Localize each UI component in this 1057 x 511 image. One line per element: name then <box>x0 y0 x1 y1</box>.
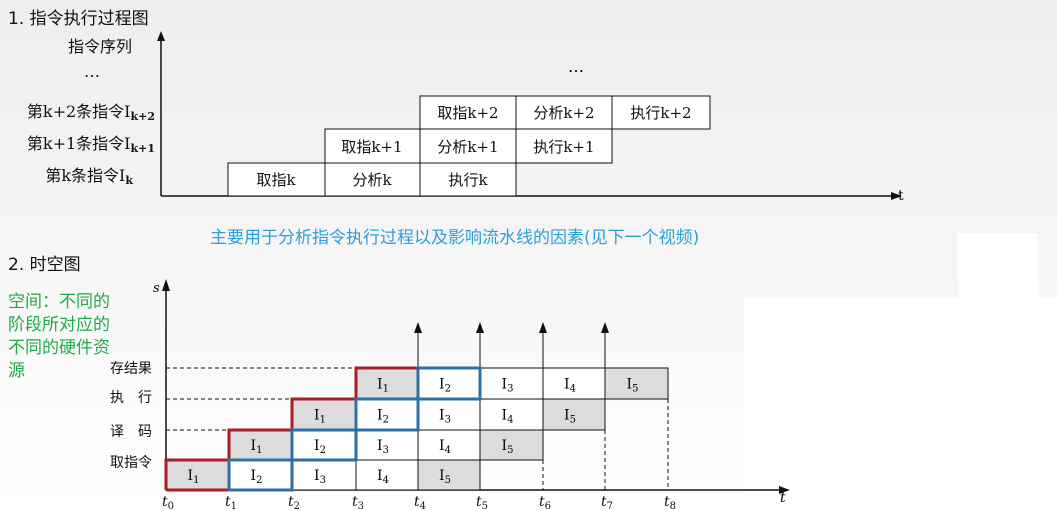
s-axis-label: s <box>153 281 160 296</box>
time-label: t6 <box>539 494 551 511</box>
time-label: t1 <box>225 494 237 511</box>
time-label: t7 <box>601 494 613 511</box>
time-label: t2 <box>288 494 300 511</box>
time-labels: t0 t1 t2 t3 t4 t5 t6 t7 t8 <box>162 494 676 511</box>
s-axis-arrow <box>162 279 170 291</box>
arrow-head <box>476 322 484 333</box>
stage-label-decode: 译 码 <box>110 424 152 440</box>
stage-label-store: 存结果 <box>110 361 152 377</box>
arrow-head <box>539 322 547 333</box>
time-label: t4 <box>414 494 426 511</box>
time-label: t5 <box>476 494 488 511</box>
space-time-diagram: 存结果 执 行 译 码 取指令 s t I1 I2 I3 I4 I5I1 I2 I3 I4 I5… <box>110 279 790 511</box>
time-label: t0 <box>162 494 174 511</box>
time-label: t8 <box>664 494 676 511</box>
arrow-head <box>601 322 609 333</box>
stage-label-fetch: 取指令 <box>110 455 152 471</box>
t-axis-label: t <box>780 490 786 506</box>
time-label: t3 <box>352 494 364 511</box>
stage-label-execute: 执 行 <box>110 390 152 406</box>
arrow-head <box>414 322 422 333</box>
